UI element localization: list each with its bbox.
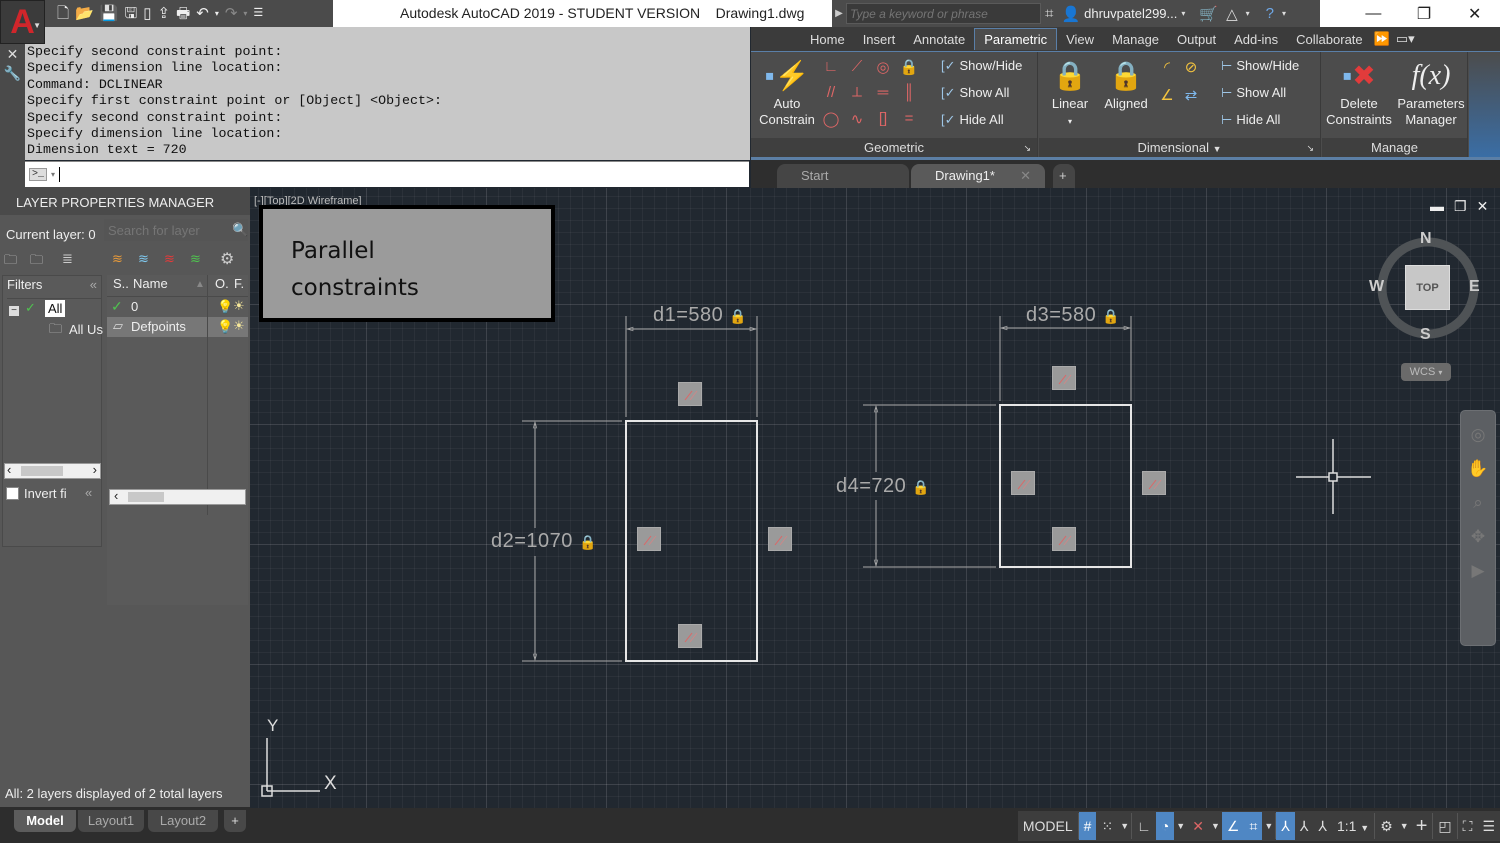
- showmotion-icon[interactable]: ▶: [1461, 561, 1495, 581]
- parallel-icon: [1017, 479, 1031, 490]
- polar-tracking-icon[interactable]: ◔: [1155, 812, 1175, 840]
- dimension-d4[interactable]: d4=720 🔒: [836, 475, 930, 498]
- compass-east[interactable]: E: [1469, 278, 1480, 296]
- parallel-icon: [1148, 479, 1162, 490]
- viewport-close-button[interactable]: ✕: [1477, 198, 1489, 215]
- chevron-down-icon: ▾: [1438, 368, 1443, 377]
- dimension-d1[interactable]: d1=580 🔒: [653, 304, 747, 327]
- parallel-icon: [643, 535, 657, 546]
- parallel-constraint-glyph[interactable]: [1142, 471, 1166, 495]
- auto-scale-icon[interactable]: ⅄: [1295, 812, 1314, 840]
- pan-hand-icon[interactable]: ✋: [1461, 459, 1495, 479]
- chevron-down-icon[interactable]: ▼: [1209, 812, 1222, 840]
- chevron-down-icon: ▼: [33, 21, 41, 30]
- navigation-bar: ◎ ✋ ⌕ ✥ ▶: [1460, 410, 1496, 646]
- lock-icon: 🔒: [729, 308, 748, 324]
- drawing-geometry: [261, 237, 1479, 797]
- chevron-down-icon[interactable]: ▼: [1174, 812, 1187, 840]
- ucs-x-label: X: [324, 773, 337, 794]
- status-bar: MODEL # ⁙ ▼ ∟ ◔ ▼ ✕ ▼ ∠ ⌗ ▼ ⅄ ⅄ ⅄ 1:1 ▼ …: [250, 808, 1500, 843]
- parallel-constraint-glyph[interactable]: [678, 382, 702, 406]
- steering-wheel-icon[interactable]: ◎: [1461, 425, 1495, 445]
- object-snap-tracking-icon[interactable]: ∠: [1221, 812, 1245, 840]
- parallel-constraint-glyph[interactable]: [768, 527, 792, 551]
- orbit-icon[interactable]: ✥: [1461, 527, 1495, 547]
- annotation-visibility-icon[interactable]: ⅄: [1276, 812, 1295, 840]
- parallel-constraint-glyph[interactable]: [1052, 366, 1076, 390]
- parallel-icon: [774, 535, 788, 546]
- viewcube-top-face[interactable]: TOP: [1405, 265, 1450, 310]
- isodraft-icon[interactable]: ✕: [1187, 812, 1209, 840]
- ucs-y-label: Y: [267, 716, 279, 735]
- lock-icon: 🔒: [578, 534, 597, 550]
- viewport-minimize-button[interactable]: ▬: [1430, 198, 1444, 215]
- viewport-restore-button[interactable]: ❐: [1454, 198, 1467, 215]
- chevron-down-icon[interactable]: ▼: [1398, 812, 1411, 840]
- lock-icon: 🔒: [912, 479, 931, 495]
- model-space-button[interactable]: MODEL: [1018, 812, 1078, 840]
- status-bar-tools: MODEL # ⁙ ▼ ∟ ◔ ▼ ✕ ▼ ∠ ⌗ ▼ ⅄ ⅄ ⅄ 1:1 ▼ …: [1017, 811, 1500, 841]
- customization-menu-icon[interactable]: ☰: [1477, 812, 1500, 840]
- dimension-d3[interactable]: d3=580 🔒: [1026, 304, 1120, 327]
- parallel-constraint-glyph[interactable]: [678, 624, 702, 648]
- annotation-scale-icon[interactable]: ⅄: [1313, 812, 1332, 840]
- application-menu-button[interactable]: A ▼: [0, 0, 45, 44]
- chevron-down-icon[interactable]: ▼: [1118, 812, 1131, 840]
- zoom-extents-icon[interactable]: ⌕: [1461, 493, 1495, 513]
- parallel-constraint-glyph[interactable]: [1011, 471, 1035, 495]
- isolate-objects-icon[interactable]: ◰: [1433, 812, 1456, 840]
- parallel-constraint-glyph[interactable]: [637, 527, 661, 551]
- workspace-gear-icon[interactable]: ⚙: [1375, 812, 1398, 840]
- snap-mode-icon[interactable]: ⁙: [1096, 812, 1118, 840]
- annotation-monitor-plus-icon[interactable]: +: [1411, 812, 1433, 840]
- annotation-callout: Parallel constraints: [259, 205, 555, 322]
- parallel-icon: [1058, 535, 1072, 546]
- parallel-icon: [684, 632, 698, 643]
- object-snap-icon[interactable]: ⌗: [1244, 812, 1263, 840]
- ortho-icon[interactable]: ∟: [1132, 812, 1156, 840]
- annotation-scale-value[interactable]: 1:1 ▼: [1332, 812, 1374, 840]
- lock-icon: 🔒: [1102, 308, 1121, 324]
- chevron-down-icon: ▼: [1360, 823, 1370, 833]
- autocad-logo-icon: A: [10, 2, 35, 41]
- dimension-d2[interactable]: d2=1070 🔒: [491, 530, 597, 553]
- viewport-window-controls: ▬ ❐ ✕: [1430, 198, 1488, 215]
- viewcube[interactable]: N S E W TOP: [1369, 230, 1480, 344]
- compass-south[interactable]: S: [1420, 326, 1431, 344]
- parallel-icon: [1058, 374, 1072, 385]
- parallel-icon: [684, 390, 698, 401]
- clean-screen-icon[interactable]: ⛶: [1458, 812, 1478, 840]
- parallel-constraint-glyph[interactable]: [1052, 527, 1076, 551]
- wcs-menu[interactable]: WCS ▾: [1401, 363, 1451, 381]
- compass-north[interactable]: N: [1420, 230, 1432, 248]
- chevron-down-icon[interactable]: ▼: [1262, 812, 1275, 840]
- grid-icon[interactable]: #: [1078, 812, 1097, 840]
- crosshair-pickbox: [1328, 472, 1338, 482]
- compass-west[interactable]: W: [1369, 278, 1384, 296]
